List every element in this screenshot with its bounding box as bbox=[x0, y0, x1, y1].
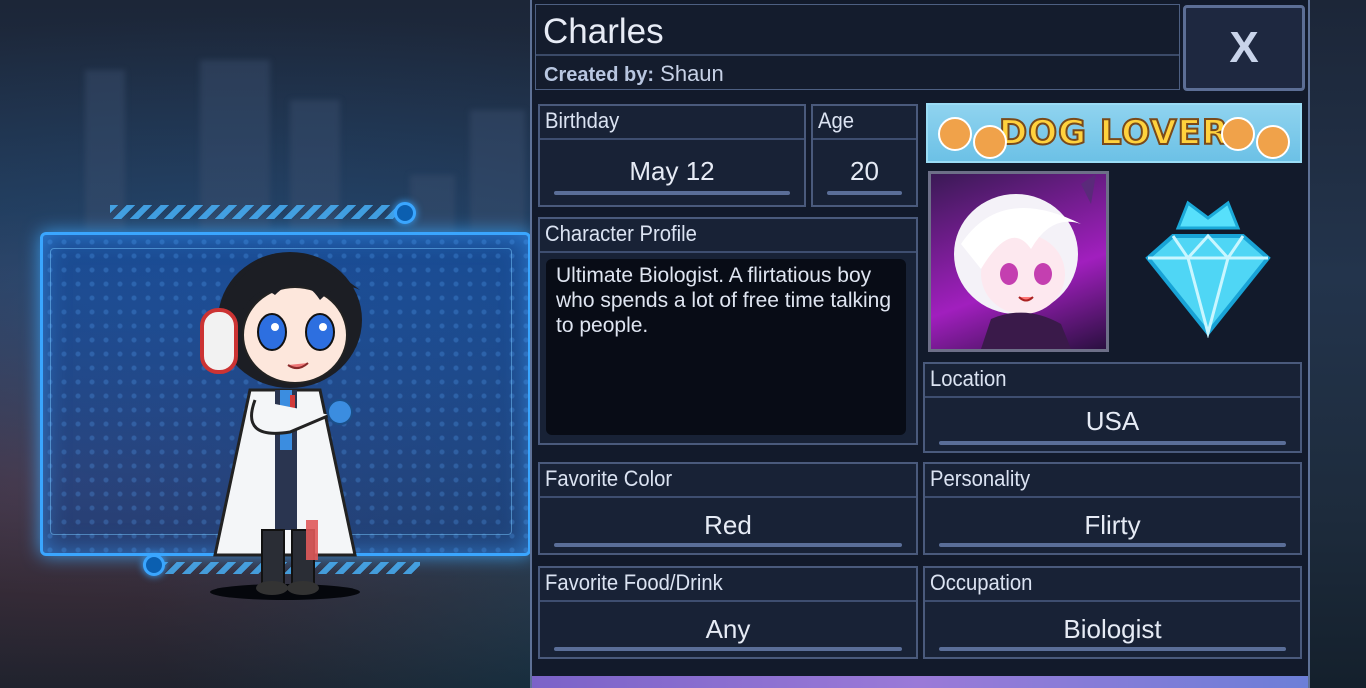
profile-text: Ultimate Biologist. A flirtatious boy wh… bbox=[546, 259, 906, 435]
divider bbox=[536, 54, 1179, 56]
field-underline bbox=[939, 441, 1286, 445]
creator-line: Created by: Shaun bbox=[544, 61, 724, 87]
favorite-color-field: Favorite Color Red bbox=[538, 462, 918, 555]
divider bbox=[925, 396, 1300, 398]
birthday-label: Birthday bbox=[545, 108, 620, 133]
banner-text: DOG LOVER bbox=[998, 112, 1230, 154]
corgi-icon bbox=[1256, 125, 1290, 159]
bg-building bbox=[470, 110, 525, 230]
created-by-label: Created by: bbox=[544, 64, 655, 86]
personality-value: Flirty bbox=[1084, 510, 1141, 540]
age-label: Age bbox=[818, 108, 855, 133]
field-underline bbox=[554, 647, 902, 651]
character-sprite bbox=[200, 252, 362, 600]
occupation-field: Occupation Biologist bbox=[923, 566, 1302, 659]
creator-name: Shaun bbox=[660, 61, 724, 86]
age-value: 20 bbox=[850, 156, 879, 186]
birthday-field: Birthday May 12 bbox=[538, 104, 806, 207]
diamond-icon bbox=[1145, 200, 1271, 338]
divider bbox=[925, 496, 1300, 498]
personality-field: Personality Flirty bbox=[923, 462, 1302, 555]
divider bbox=[813, 138, 916, 140]
holo-node bbox=[143, 554, 165, 576]
divider bbox=[540, 251, 916, 253]
location-field: Location USA bbox=[923, 362, 1302, 453]
divider bbox=[540, 138, 804, 140]
creator-avatar bbox=[928, 171, 1109, 352]
favorite-food-label: Favorite Food/Drink bbox=[545, 570, 723, 595]
panel-bottom-bar bbox=[532, 676, 1308, 688]
field-underline bbox=[827, 191, 902, 195]
profile-field: Character Profile Ultimate Biologist. A … bbox=[538, 217, 918, 445]
corgi-icon bbox=[938, 117, 972, 151]
divider bbox=[925, 600, 1300, 602]
divider bbox=[540, 496, 916, 498]
field-underline bbox=[554, 191, 790, 195]
field-underline bbox=[939, 647, 1286, 651]
age-field: Age 20 bbox=[811, 104, 918, 207]
corgi-icon bbox=[1221, 117, 1255, 151]
avatar-illustration bbox=[954, 174, 1096, 349]
favorite-color-label: Favorite Color bbox=[545, 466, 673, 491]
corgi-icon bbox=[973, 125, 1007, 159]
occupation-value: Biologist bbox=[1063, 614, 1162, 644]
location-value: USA bbox=[1085, 406, 1140, 436]
location-label: Location bbox=[930, 366, 1007, 391]
occupation-label: Occupation bbox=[930, 570, 1033, 595]
profile-label: Character Profile bbox=[545, 221, 697, 246]
field-underline bbox=[554, 543, 902, 547]
favorite-food-value: Any bbox=[705, 614, 751, 644]
favorite-food-field: Favorite Food/Drink Any bbox=[538, 566, 918, 659]
dog-lover-banner: DOG LOVER bbox=[926, 103, 1302, 163]
character-name: Charles bbox=[543, 12, 664, 51]
close-button[interactable]: X bbox=[1183, 5, 1305, 91]
field-underline bbox=[939, 543, 1286, 547]
favorite-color-value: Red bbox=[704, 510, 752, 540]
divider bbox=[540, 600, 916, 602]
personality-label: Personality bbox=[930, 466, 1031, 491]
birthday-value: May 12 bbox=[629, 156, 715, 186]
bg-building bbox=[410, 175, 455, 235]
